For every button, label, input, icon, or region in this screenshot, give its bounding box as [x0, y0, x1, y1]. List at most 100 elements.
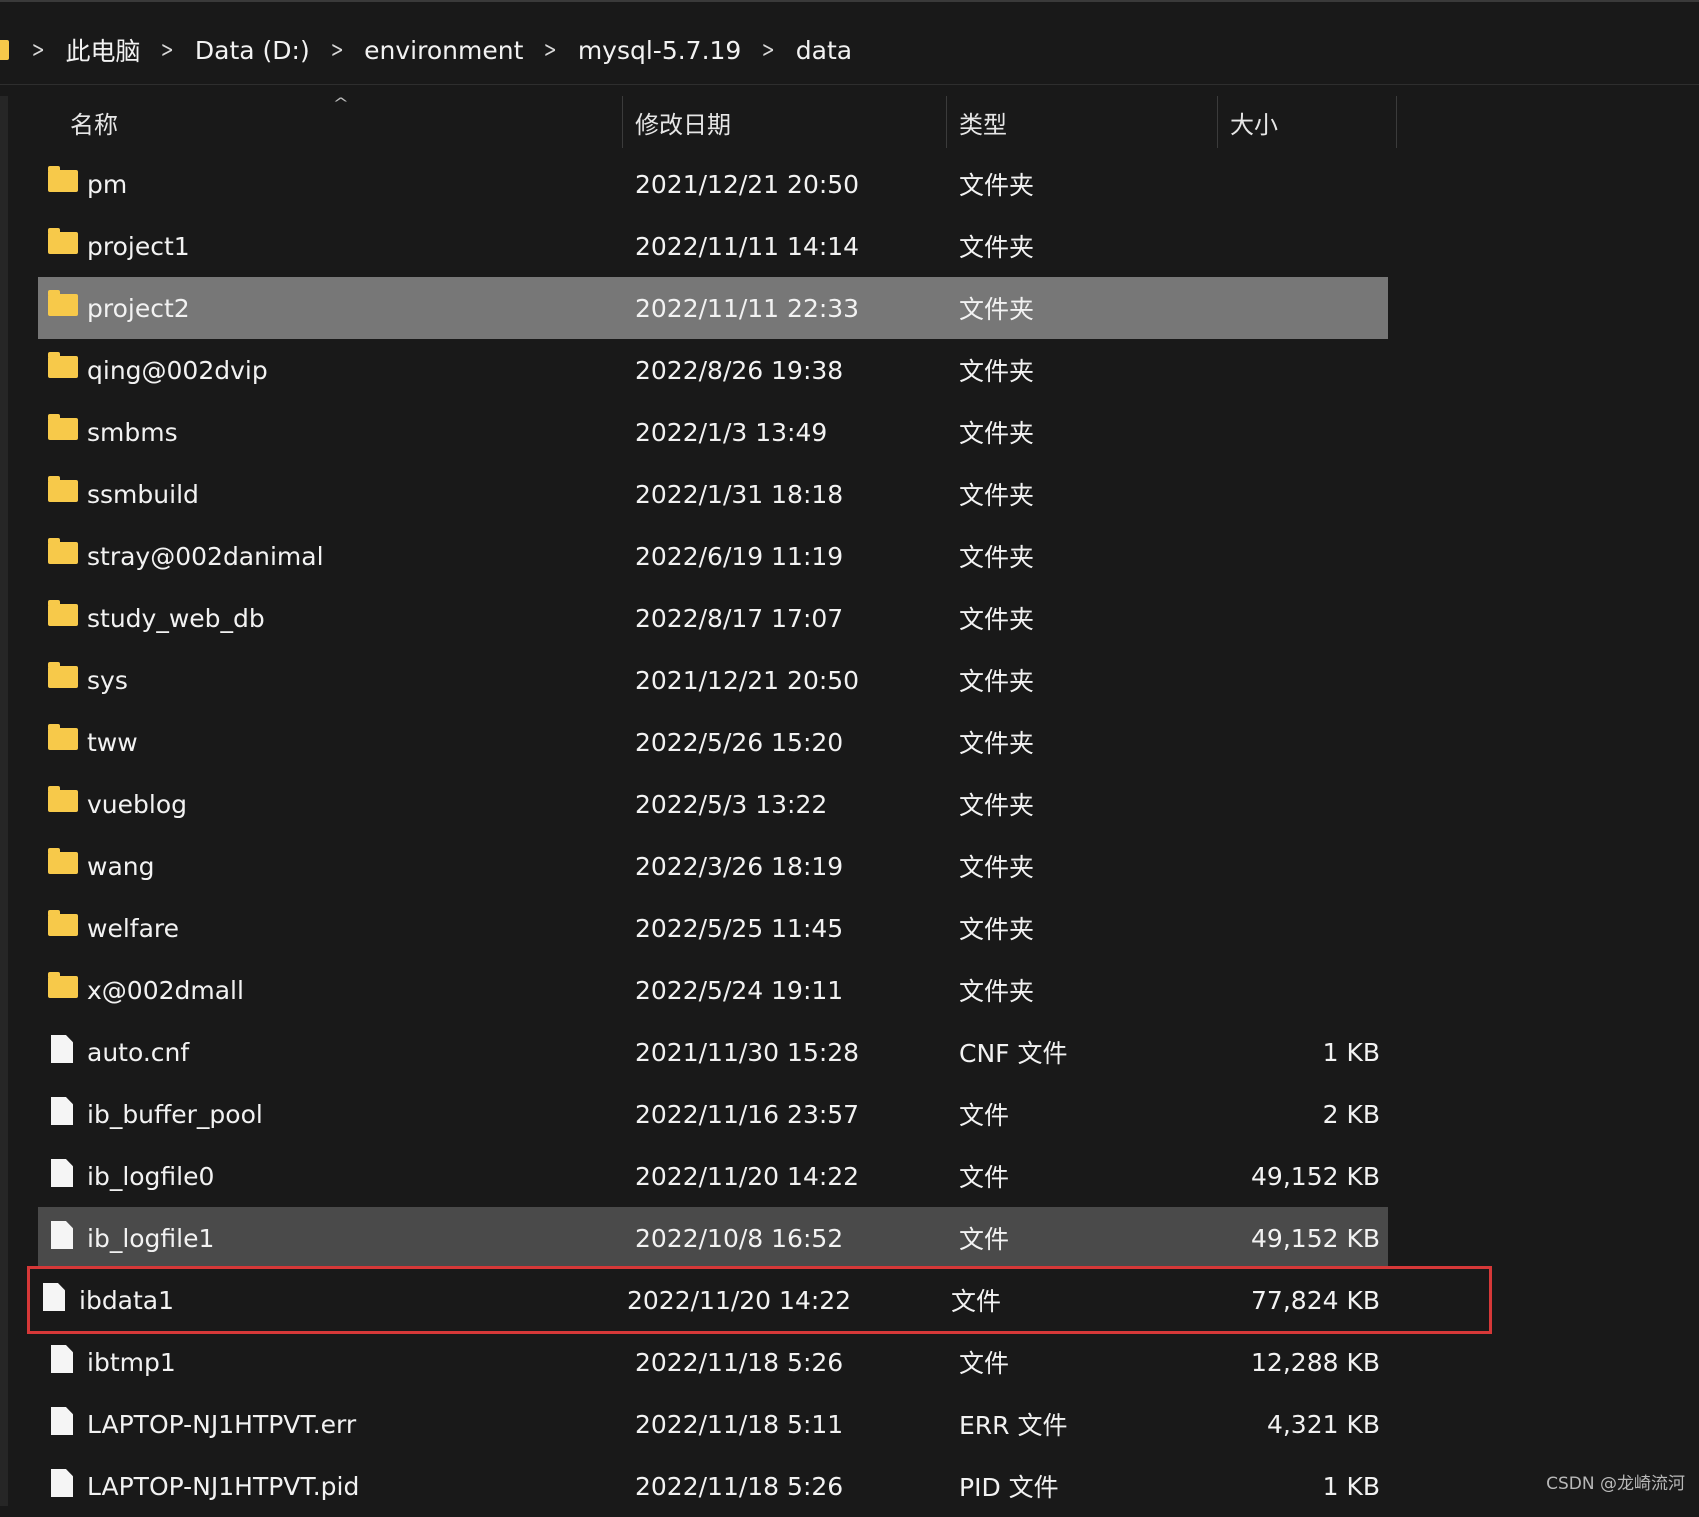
- file-type: 文件夹: [959, 791, 1035, 820]
- file-type: CNF 文件: [959, 1039, 1068, 1068]
- file-name: ib_logfile0: [87, 1161, 215, 1191]
- file-modified-date: 2022/1/3 13:49: [635, 417, 828, 447]
- folder-icon: [48, 414, 78, 440]
- file-row[interactable]: ib_buffer_pool 2022/11/16 23:57 文件 2 KB: [38, 1083, 1388, 1145]
- file-modified-date: 2022/11/18 5:26: [635, 1347, 844, 1377]
- file-row[interactable]: welfare 2022/5/25 11:45 文件夹: [38, 897, 1388, 959]
- file-row[interactable]: tww 2022/5/26 15:20 文件夹: [38, 711, 1388, 773]
- chevron-right-icon[interactable]: >: [32, 38, 45, 63]
- file-modified-date: 2022/11/18 5:26: [635, 1471, 844, 1501]
- file-type: 文件夹: [959, 543, 1035, 572]
- file-modified-date: 2022/3/26 18:19: [635, 851, 844, 881]
- file-row[interactable]: wang 2022/3/26 18:19 文件夹: [38, 835, 1388, 897]
- chevron-right-icon[interactable]: >: [330, 38, 343, 63]
- file-row[interactable]: x@002dmall 2022/5/24 19:11 文件夹: [38, 959, 1388, 1021]
- file-name: wang: [87, 851, 155, 881]
- file-size: [1188, 835, 1388, 897]
- file-row[interactable]: pm 2021/12/21 20:50 文件夹: [38, 153, 1388, 215]
- file-name: pm: [87, 169, 128, 199]
- column-header-row: ^ 名称 修改日期 类型 大小: [8, 96, 1398, 148]
- file-name: project2: [87, 293, 190, 323]
- file-type: 文件夹: [959, 977, 1035, 1006]
- chevron-right-icon[interactable]: >: [762, 38, 775, 63]
- file-row[interactable]: ibtmp1 2022/11/18 5:26 文件 12,288 KB: [38, 1331, 1388, 1393]
- file-row[interactable]: auto.cnf 2021/11/30 15:28 CNF 文件 1 KB: [38, 1021, 1388, 1083]
- file-icon: [51, 1035, 73, 1063]
- file-size: [1188, 897, 1388, 959]
- file-size: 1 KB: [1322, 1471, 1380, 1501]
- file-size: [1188, 339, 1388, 401]
- breadcrumb-this-pc[interactable]: 此电脑: [65, 32, 140, 68]
- file-row[interactable]: study_web_db 2022/8/17 17:07 文件夹: [38, 587, 1388, 649]
- file-row[interactable]: sys 2021/12/21 20:50 文件夹: [38, 649, 1388, 711]
- file-size: 12,288 KB: [1251, 1347, 1380, 1377]
- file-row[interactable]: LAPTOP-NJ1HTPVT.pid 2022/11/18 5:26 PID 文件…: [38, 1455, 1388, 1517]
- folder-icon: [48, 352, 78, 378]
- file-list: pm 2021/12/21 20:50 文件夹 project1 2022/11/11 …: [27, 153, 1492, 1517]
- file-row[interactable]: vueblog 2022/5/3 13:22 文件夹: [38, 773, 1388, 835]
- file-icon: [51, 1469, 73, 1497]
- file-type: 文件: [951, 1287, 1002, 1316]
- file-icon: [51, 1407, 73, 1435]
- folder-icon: [48, 786, 78, 812]
- file-size: 1 KB: [1322, 1037, 1380, 1067]
- file-row[interactable]: qing@002dvip 2022/8/26 19:38 文件夹: [38, 339, 1388, 401]
- file-row[interactable]: project1 2022/11/11 14:14 文件夹: [38, 215, 1388, 277]
- file-name: vueblog: [87, 789, 187, 819]
- file-type: 文件夹: [959, 481, 1035, 510]
- file-type: 文件夹: [959, 295, 1035, 324]
- file-modified-date: 2022/6/19 11:19: [635, 541, 844, 571]
- column-divider[interactable]: [1217, 96, 1218, 148]
- file-size: [1188, 153, 1388, 215]
- folder-icon: [48, 476, 78, 502]
- folder-icon: [48, 972, 78, 998]
- file-type: 文件: [959, 1225, 1010, 1254]
- folder-icon: [48, 290, 78, 316]
- file-icon: [51, 1221, 73, 1249]
- file-name: LAPTOP-NJ1HTPVT.err: [87, 1409, 357, 1439]
- file-type: PID 文件: [959, 1473, 1059, 1502]
- file-type: 文件夹: [959, 171, 1035, 200]
- file-row[interactable]: stray@002danimal 2022/6/19 11:19 文件夹: [38, 525, 1388, 587]
- file-modified-date: 2022/5/25 11:45: [635, 913, 844, 943]
- file-modified-date: 2022/1/31 18:18: [635, 479, 844, 509]
- file-row[interactable]: smbms 2022/1/3 13:49 文件夹: [38, 401, 1388, 463]
- chevron-right-icon[interactable]: >: [544, 38, 557, 63]
- file-icon: [51, 1159, 73, 1187]
- breadcrumb-mysql[interactable]: mysql-5.7.19: [578, 36, 742, 65]
- file-row[interactable]: project2 2022/11/11 22:33 文件夹: [38, 277, 1388, 339]
- file-name: ibtmp1: [87, 1347, 176, 1377]
- file-row[interactable]: ibdata1 2022/11/20 14:22 文件 77,824 KB: [27, 1266, 1492, 1334]
- folder-icon: [48, 724, 78, 750]
- file-modified-date: 2022/8/26 19:38: [635, 355, 844, 385]
- file-size: 2 KB: [1322, 1099, 1380, 1129]
- navigation-pane-edge: [0, 96, 8, 1506]
- file-row[interactable]: ib_logfile0 2022/11/20 14:22 文件 49,152 KB: [38, 1145, 1388, 1207]
- file-row[interactable]: LAPTOP-NJ1HTPVT.err 2022/11/18 5:11 ERR 文件…: [38, 1393, 1388, 1455]
- column-divider[interactable]: [1396, 96, 1397, 148]
- column-header-type[interactable]: 类型: [959, 96, 1007, 148]
- column-header-name[interactable]: 名称: [70, 96, 118, 148]
- file-modified-date: 2021/12/21 20:50: [635, 169, 860, 199]
- column-header-size[interactable]: 大小: [1230, 96, 1278, 148]
- folder-icon: [48, 848, 78, 874]
- breadcrumb-drive[interactable]: Data (D:): [195, 36, 310, 65]
- breadcrumb-data[interactable]: data: [796, 36, 852, 65]
- file-name: ib_buffer_pool: [87, 1099, 263, 1129]
- file-row[interactable]: ssmbuild 2022/1/31 18:18 文件夹: [38, 463, 1388, 525]
- file-size: [1188, 773, 1388, 835]
- file-icon: [51, 1097, 73, 1125]
- file-name: welfare: [87, 913, 180, 943]
- file-size: [1188, 711, 1388, 773]
- column-divider[interactable]: [622, 96, 623, 148]
- folder-icon: [48, 662, 78, 688]
- file-size: 77,824 KB: [1251, 1285, 1380, 1315]
- column-header-date[interactable]: 修改日期: [635, 96, 731, 148]
- chevron-right-icon[interactable]: >: [161, 38, 174, 63]
- column-divider[interactable]: [946, 96, 947, 148]
- file-modified-date: 2022/8/17 17:07: [635, 603, 844, 633]
- address-bar[interactable]: > 此电脑 > Data (D:) > environment > mysql-…: [0, 16, 1699, 85]
- file-row[interactable]: ib_logfile1 2022/10/8 16:52 文件 49,152 KB: [38, 1207, 1388, 1269]
- file-type: 文件夹: [959, 915, 1035, 944]
- breadcrumb-environment[interactable]: environment: [364, 36, 523, 65]
